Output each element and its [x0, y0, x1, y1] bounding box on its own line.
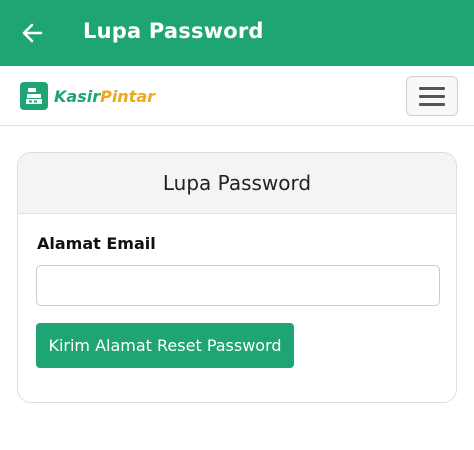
hamburger-menu-icon-bar — [419, 102, 445, 106]
card-header: Lupa Password — [18, 153, 456, 214]
email-field[interactable] — [36, 265, 440, 306]
navbar: KasirPintar — [0, 66, 474, 126]
forgot-password-card: Lupa Password Alamat Email Kirim Alamat … — [17, 152, 457, 403]
email-label: Alamat Email — [37, 234, 156, 253]
brand-name-part2: Pintar — [100, 86, 156, 106]
navbar-toggle-button[interactable] — [406, 76, 458, 116]
brand-name: KasirPintar — [54, 87, 155, 106]
arrow-left-icon — [22, 23, 43, 43]
hamburger-menu-icon — [419, 86, 445, 90]
brand-name-part1: Kasir — [54, 86, 101, 106]
card-title: Lupa Password — [162, 171, 312, 195]
cash-register-icon — [20, 82, 48, 110]
hamburger-menu-icon-bar — [419, 94, 445, 98]
send-reset-button[interactable]: Kirim Alamat Reset Password — [36, 323, 294, 368]
app-bar: Lupa Password — [0, 0, 474, 66]
brand-link[interactable]: KasirPintar — [20, 81, 155, 111]
page-title: Lupa Password — [83, 19, 264, 43]
back-button[interactable] — [14, 15, 50, 51]
